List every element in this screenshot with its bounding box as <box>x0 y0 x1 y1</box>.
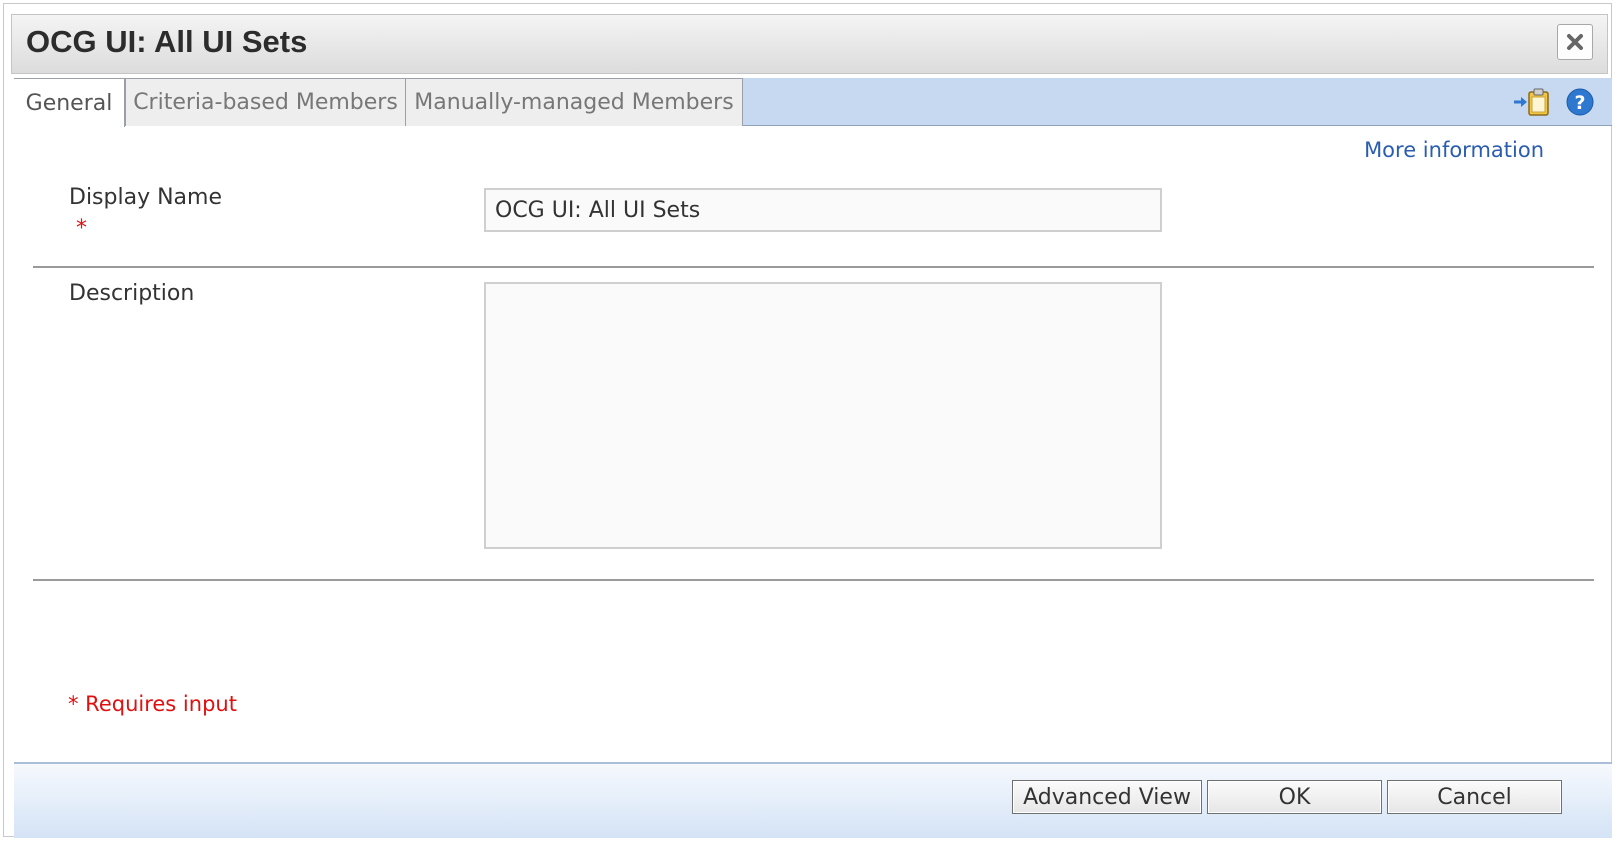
description-field[interactable] <box>484 282 1162 549</box>
tab-manually-managed-members[interactable]: Manually-managed Members <box>405 78 743 126</box>
tab-general-label: General <box>25 90 113 116</box>
tab-criteria-based-members-label: Criteria-based Members <box>133 90 398 115</box>
tab-criteria-based-members[interactable]: Criteria-based Members <box>125 78 406 126</box>
tab-bar-icons: ? <box>1512 86 1594 118</box>
dialog-footer: Advanced View OK Cancel <box>14 762 1612 838</box>
dialog-title-bar: OCG UI: All UI Sets <box>11 14 1608 74</box>
tab-general[interactable]: General <box>14 78 125 127</box>
description-label: Description <box>69 281 195 306</box>
dialog-title: OCG UI: All UI Sets <box>26 24 308 59</box>
display-name-label: Display Name <box>69 185 222 210</box>
advanced-view-button[interactable]: Advanced View <box>1012 780 1202 814</box>
tab-manually-managed-members-label: Manually-managed Members <box>414 90 734 115</box>
required-asterisk: * <box>76 216 87 241</box>
export-to-clipboard-icon[interactable] <box>1512 87 1552 117</box>
dialog-window: OCG UI: All UI Sets General Criteria-bas… <box>3 3 1612 838</box>
section-divider <box>33 579 1594 581</box>
display-name-field[interactable] <box>484 188 1162 232</box>
svg-text:?: ? <box>1574 92 1585 114</box>
tab-bar: General Criteria-based Members Manually-… <box>14 78 1612 127</box>
ok-button[interactable]: OK <box>1207 780 1382 814</box>
section-divider <box>33 266 1594 268</box>
more-information-link[interactable]: More information <box>1364 138 1544 162</box>
help-icon[interactable]: ? <box>1566 88 1594 116</box>
close-icon <box>1567 34 1583 50</box>
close-button[interactable] <box>1557 24 1593 60</box>
cancel-button[interactable]: Cancel <box>1387 780 1562 814</box>
requires-input-note: * Requires input <box>68 692 237 716</box>
